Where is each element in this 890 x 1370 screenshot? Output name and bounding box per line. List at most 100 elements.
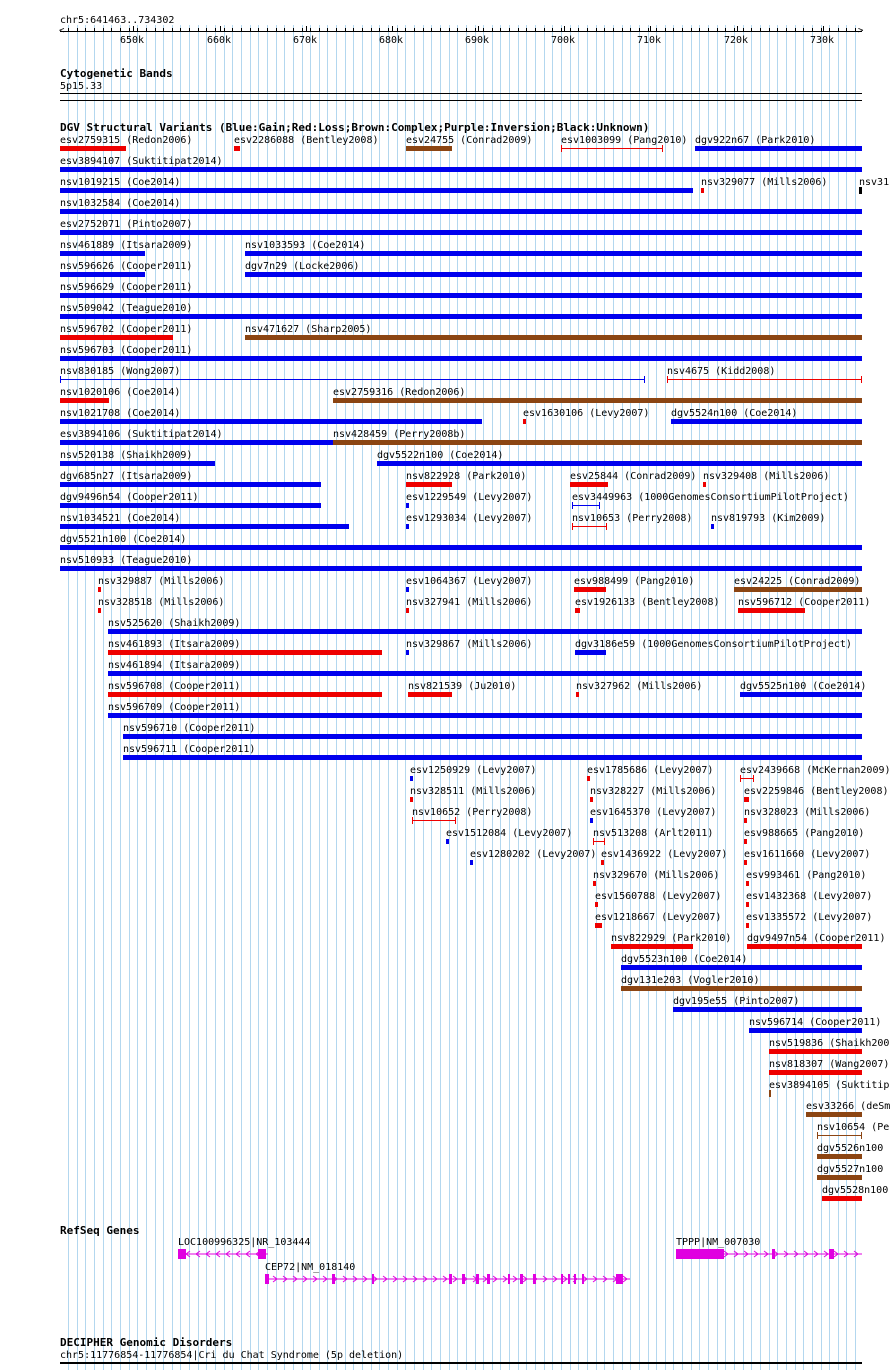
variant-label[interactable]: nsv31 — [859, 177, 889, 188]
variant-tick[interactable] — [769, 1090, 771, 1097]
variant-bar[interactable] — [570, 482, 608, 487]
variant-label[interactable]: nsv461889 (Itsara2009) — [60, 240, 192, 251]
variant-label[interactable]: nsv1033593 (Coe2014) — [245, 240, 365, 251]
variant-bar[interactable] — [406, 587, 409, 592]
variant-bar[interactable] — [406, 503, 409, 508]
variant-label[interactable]: dgv5527n100 — [817, 1164, 883, 1175]
variant-label[interactable]: esv1003099 (Pang2010) — [561, 135, 687, 146]
variant-label[interactable]: nsv471627 (Sharp2005) — [245, 324, 371, 335]
variant-label[interactable]: esv1335572 (Levy2007) — [746, 912, 872, 923]
variant-label[interactable]: nsv329408 (Mills2006) — [703, 471, 829, 482]
variant-bar[interactable] — [747, 944, 862, 949]
variant-label[interactable]: esv1926133 (Bentley2008) — [575, 597, 720, 608]
variant-bar[interactable] — [769, 1070, 862, 1075]
variant-bar[interactable] — [108, 713, 862, 718]
variant-bar[interactable] — [60, 188, 693, 193]
variant-label[interactable]: nsv819793 (Kim2009) — [711, 513, 825, 524]
variant-bar[interactable] — [123, 755, 862, 760]
variant-bar[interactable] — [746, 881, 749, 886]
decipher-bar[interactable] — [60, 1362, 862, 1364]
variant-label[interactable]: nsv327941 (Mills2006) — [406, 597, 532, 608]
variant-label[interactable]: nsv329867 (Mills2006) — [406, 639, 532, 650]
variant-label[interactable]: nsv596626 (Cooper2011) — [60, 261, 192, 272]
variant-bar[interactable] — [98, 587, 101, 592]
variant-bar[interactable] — [123, 734, 862, 739]
variant-label[interactable]: dgv9496n54 (Cooper2011) — [60, 492, 198, 503]
variant-label[interactable]: nsv510933 (Teague2010) — [60, 555, 192, 566]
variant-label[interactable]: nsv10652 (Perry2008) — [412, 807, 532, 818]
variant-label[interactable]: esv24755 (Conrad2009) — [406, 135, 532, 146]
variant-label[interactable]: dgv5523n100 (Coe2014) — [621, 954, 747, 965]
variant-bar[interactable] — [769, 1049, 862, 1054]
variant-label[interactable]: dgv3186e59 (1000GenomesConsortiumPilotPr… — [575, 639, 852, 650]
variant-label[interactable]: dgv5524n100 (Coe2014) — [671, 408, 797, 419]
variant-label[interactable]: dgv922n67 (Park2010) — [695, 135, 815, 146]
variant-label[interactable]: nsv596702 (Cooper2011) — [60, 324, 192, 335]
variant-label[interactable]: dgv5525n100 (Coe2014) — [740, 681, 866, 692]
variant-bar[interactable] — [673, 1007, 862, 1012]
variant-label[interactable]: esv2759315 (Redon2006) — [60, 135, 192, 146]
variant-bar[interactable] — [601, 860, 604, 865]
variant-label[interactable]: dgv5526n100 — [817, 1143, 883, 1154]
variant-bar[interactable] — [60, 461, 215, 466]
variant-bar[interactable] — [621, 965, 862, 970]
variant-label[interactable]: esv1229549 (Levy2007) — [406, 492, 532, 503]
variant-bar[interactable] — [587, 776, 590, 781]
variant-bar[interactable] — [377, 461, 862, 466]
variant-bar[interactable] — [611, 944, 693, 949]
variant-label[interactable]: nsv1032584 (Coe2014) — [60, 198, 180, 209]
variant-label[interactable]: nsv327962 (Mills2006) — [576, 681, 702, 692]
variant-label[interactable]: nsv596629 (Cooper2011) — [60, 282, 192, 293]
variant-label[interactable]: esv3894105 (Suktitipa — [769, 1080, 890, 1091]
variant-bar[interactable] — [60, 419, 482, 424]
decipher-entry[interactable]: chr5:11776854-11776854|Cri du Chat Syndr… — [60, 1350, 403, 1361]
variant-bar[interactable] — [738, 608, 805, 613]
variant-bar[interactable] — [744, 860, 747, 865]
variant-bar[interactable] — [817, 1154, 862, 1159]
variant-label[interactable]: esv988665 (Pang2010) — [744, 828, 864, 839]
variant-label[interactable]: nsv596714 (Cooper2011) — [749, 1017, 881, 1028]
gene-model[interactable] — [0, 1269, 890, 1289]
variant-span[interactable] — [740, 778, 754, 779]
variant-label[interactable]: esv993461 (Pang2010) — [746, 870, 866, 881]
variant-label[interactable]: dgv5521n100 (Coe2014) — [60, 534, 186, 545]
variant-label[interactable]: esv1218667 (Levy2007) — [595, 912, 721, 923]
variant-label[interactable]: nsv1021708 (Coe2014) — [60, 408, 180, 419]
variant-bar[interactable] — [60, 524, 349, 529]
variant-bar[interactable] — [245, 335, 862, 340]
variant-label[interactable]: dgv5522n100 (Coe2014) — [377, 450, 503, 461]
variant-label[interactable]: nsv328511 (Mills2006) — [410, 786, 536, 797]
variant-bar[interactable] — [406, 524, 409, 529]
variant-bar[interactable] — [60, 167, 862, 172]
variant-bar[interactable] — [108, 692, 382, 697]
variant-label[interactable]: esv3449963 (1000GenomesConsortiumPilotPr… — [572, 492, 849, 503]
variant-bar[interactable] — [749, 1028, 862, 1033]
variant-label[interactable]: nsv509042 (Teague2010) — [60, 303, 192, 314]
variant-bar[interactable] — [408, 692, 452, 697]
variant-label[interactable]: nsv328023 (Mills2006) — [744, 807, 870, 818]
variant-label[interactable]: esv1611660 (Levy2007) — [744, 849, 870, 860]
variant-bar[interactable] — [746, 902, 749, 907]
variant-bar[interactable] — [60, 335, 173, 340]
variant-bar[interactable] — [671, 419, 862, 424]
variant-bar[interactable] — [410, 797, 413, 802]
variant-bar[interactable] — [595, 902, 598, 907]
variant-label[interactable]: esv1064367 (Levy2007) — [406, 576, 532, 587]
variant-bar[interactable] — [703, 482, 706, 487]
variant-label[interactable]: nsv329887 (Mills2006) — [98, 576, 224, 587]
variant-bar[interactable] — [695, 146, 862, 151]
variant-bar[interactable] — [822, 1196, 862, 1201]
variant-label[interactable]: esv2759316 (Redon2006) — [333, 387, 465, 398]
variant-bar[interactable] — [470, 860, 473, 865]
variant-label[interactable]: nsv596712 (Cooper2011) — [738, 597, 870, 608]
variant-bar[interactable] — [406, 608, 409, 613]
variant-bar[interactable] — [740, 692, 862, 697]
variant-label[interactable]: nsv596710 (Cooper2011) — [123, 723, 255, 734]
variant-bar[interactable] — [108, 629, 862, 634]
variant-span[interactable] — [572, 526, 607, 527]
variant-label[interactable]: nsv596709 (Cooper2011) — [108, 702, 240, 713]
variant-bar[interactable] — [60, 482, 321, 487]
variant-bar[interactable] — [410, 776, 413, 781]
variant-label[interactable]: dgv685n27 (Itsara2009) — [60, 471, 192, 482]
variant-span[interactable] — [561, 148, 663, 149]
